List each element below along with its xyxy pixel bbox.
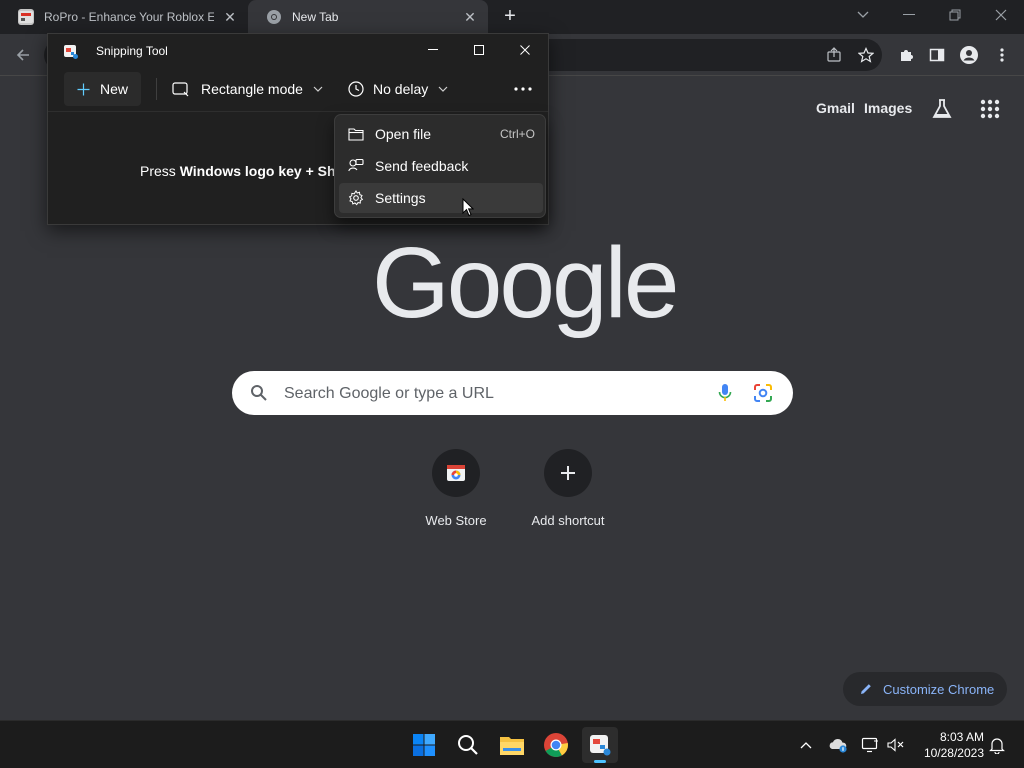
search-placeholder: Search Google or type a URL — [284, 385, 494, 402]
menu-item-label: Open file — [375, 126, 432, 142]
snipping-tool-title: Snipping Tool — [96, 44, 168, 58]
search-icon — [250, 384, 268, 407]
network-monitor-icon[interactable] — [860, 735, 880, 755]
new-snip-button[interactable]: New — [64, 72, 141, 106]
share-icon[interactable] — [823, 44, 845, 66]
tab-title: RoPro - Enhance Your Roblox Experience — [44, 10, 214, 24]
web-store-icon — [432, 449, 480, 497]
tab-ropro[interactable]: RoPro - Enhance Your Roblox Experience ✕ — [0, 0, 248, 34]
snip-mode-dropdown[interactable]: Rectangle mode — [172, 72, 323, 106]
snip-hint-prefix: Press — [140, 163, 180, 179]
plus-icon — [544, 449, 592, 497]
snipping-tool-taskbar-icon[interactable] — [582, 727, 618, 763]
see-more-ellipsis-icon[interactable] — [508, 74, 538, 104]
clock-date: 10/28/2023 — [923, 746, 984, 760]
tab-close-icon[interactable]: ✕ — [462, 9, 478, 26]
tab-title: New Tab — [292, 10, 339, 24]
snip-delay-dropdown[interactable]: No delay — [348, 72, 448, 106]
snip-maximize-icon[interactable] — [456, 34, 502, 66]
snip-mode-label: Rectangle mode — [201, 81, 303, 97]
shortcut-web-store[interactable]: Web Store — [406, 449, 506, 528]
folder-icon — [347, 125, 365, 143]
snipping-tool-command-bar: New Rectangle mode No delay — [48, 70, 548, 112]
snip-hint-keys: Windows logo key + Shift — [179, 163, 349, 179]
feedback-icon — [347, 157, 365, 175]
clock-icon — [348, 81, 364, 97]
browser-tab-strip: RoPro - Enhance Your Roblox Experience ✕… — [0, 0, 1024, 34]
ropro-favicon-icon — [18, 9, 34, 25]
file-explorer-icon[interactable] — [494, 727, 530, 763]
shortcut-add[interactable]: Add shortcut — [518, 449, 618, 528]
rectangle-mode-icon — [172, 81, 189, 97]
onedrive-cloud-icon[interactable] — [828, 735, 848, 755]
google-lens-icon[interactable] — [753, 383, 773, 408]
menu-item-label: Send feedback — [375, 158, 469, 174]
windows-taskbar: 8:03 AM 10/28/2023 — [0, 720, 1024, 768]
volume-muted-icon[interactable] — [886, 735, 906, 755]
close-window-icon[interactable] — [978, 0, 1024, 30]
bookmark-star-icon[interactable] — [855, 44, 877, 66]
labs-flask-icon[interactable] — [930, 97, 954, 121]
profile-avatar-icon[interactable] — [958, 44, 980, 66]
side-panel-icon[interactable] — [926, 44, 948, 66]
command-separator — [156, 78, 157, 100]
new-snip-label: New — [100, 81, 129, 97]
images-link[interactable]: Images — [864, 100, 912, 116]
pencil-icon — [859, 682, 873, 696]
back-arrow-icon[interactable] — [12, 44, 34, 66]
snipping-tool-app-icon — [63, 44, 79, 60]
customize-chrome-button[interactable]: Customize Chrome — [843, 672, 1007, 706]
shortcut-label: Add shortcut — [531, 513, 605, 528]
snipping-tool-window: Snipping Tool New Rectangle mode No dela… — [47, 33, 549, 225]
plus-icon — [77, 83, 90, 96]
shortcut-label: Web Store — [425, 513, 487, 528]
menu-item-open-file[interactable]: Open file Ctrl+O — [339, 119, 543, 149]
more-options-menu: Open file Ctrl+O Send feedback Settings — [334, 114, 546, 218]
apps-grid-icon[interactable] — [980, 99, 1000, 119]
menu-item-send-feedback[interactable]: Send feedback — [339, 151, 543, 181]
notification-bell-icon[interactable] — [987, 735, 1007, 755]
tab-search-icon[interactable] — [840, 0, 886, 30]
tab-new-tab[interactable]: New Tab ✕ — [248, 0, 488, 34]
taskbar-clock[interactable]: 8:03 AM 10/28/2023 — [914, 729, 984, 761]
kebab-menu-icon[interactable] — [991, 44, 1013, 66]
menu-item-settings[interactable]: Settings — [339, 183, 543, 213]
new-tab-button[interactable]: + — [500, 6, 520, 27]
customize-chrome-label: Customize Chrome — [883, 681, 995, 697]
search-box[interactable]: Search Google or type a URL — [232, 371, 793, 415]
gear-icon — [347, 189, 365, 207]
chrome-taskbar-icon[interactable] — [538, 727, 574, 763]
chevron-down-icon — [313, 84, 323, 95]
chevron-down-icon — [438, 84, 448, 95]
start-windows-icon[interactable] — [406, 727, 442, 763]
snip-minimize-icon[interactable] — [410, 34, 456, 66]
tab-close-icon[interactable]: ✕ — [222, 9, 238, 26]
voice-search-mic-icon[interactable] — [718, 383, 732, 408]
snipping-tool-titlebar[interactable]: Snipping Tool — [48, 34, 548, 66]
menu-item-accelerator: Ctrl+O — [499, 127, 535, 141]
menu-item-label: Settings — [375, 190, 426, 206]
minimize-icon[interactable] — [886, 0, 932, 30]
search-icon[interactable] — [450, 727, 486, 763]
restore-icon[interactable] — [932, 0, 978, 30]
chrome-favicon-icon — [266, 9, 282, 25]
gmail-link[interactable]: Gmail — [816, 100, 855, 116]
clock-time: 8:03 AM — [939, 730, 984, 744]
google-logo: Google — [372, 227, 679, 339]
show-hidden-icons-chevron-up-icon[interactable] — [796, 735, 816, 755]
snip-close-icon[interactable] — [502, 34, 548, 66]
extensions-puzzle-icon[interactable] — [895, 44, 917, 66]
active-app-indicator — [594, 760, 606, 763]
mouse-cursor-icon — [462, 197, 475, 218]
snip-delay-label: No delay — [373, 81, 429, 97]
